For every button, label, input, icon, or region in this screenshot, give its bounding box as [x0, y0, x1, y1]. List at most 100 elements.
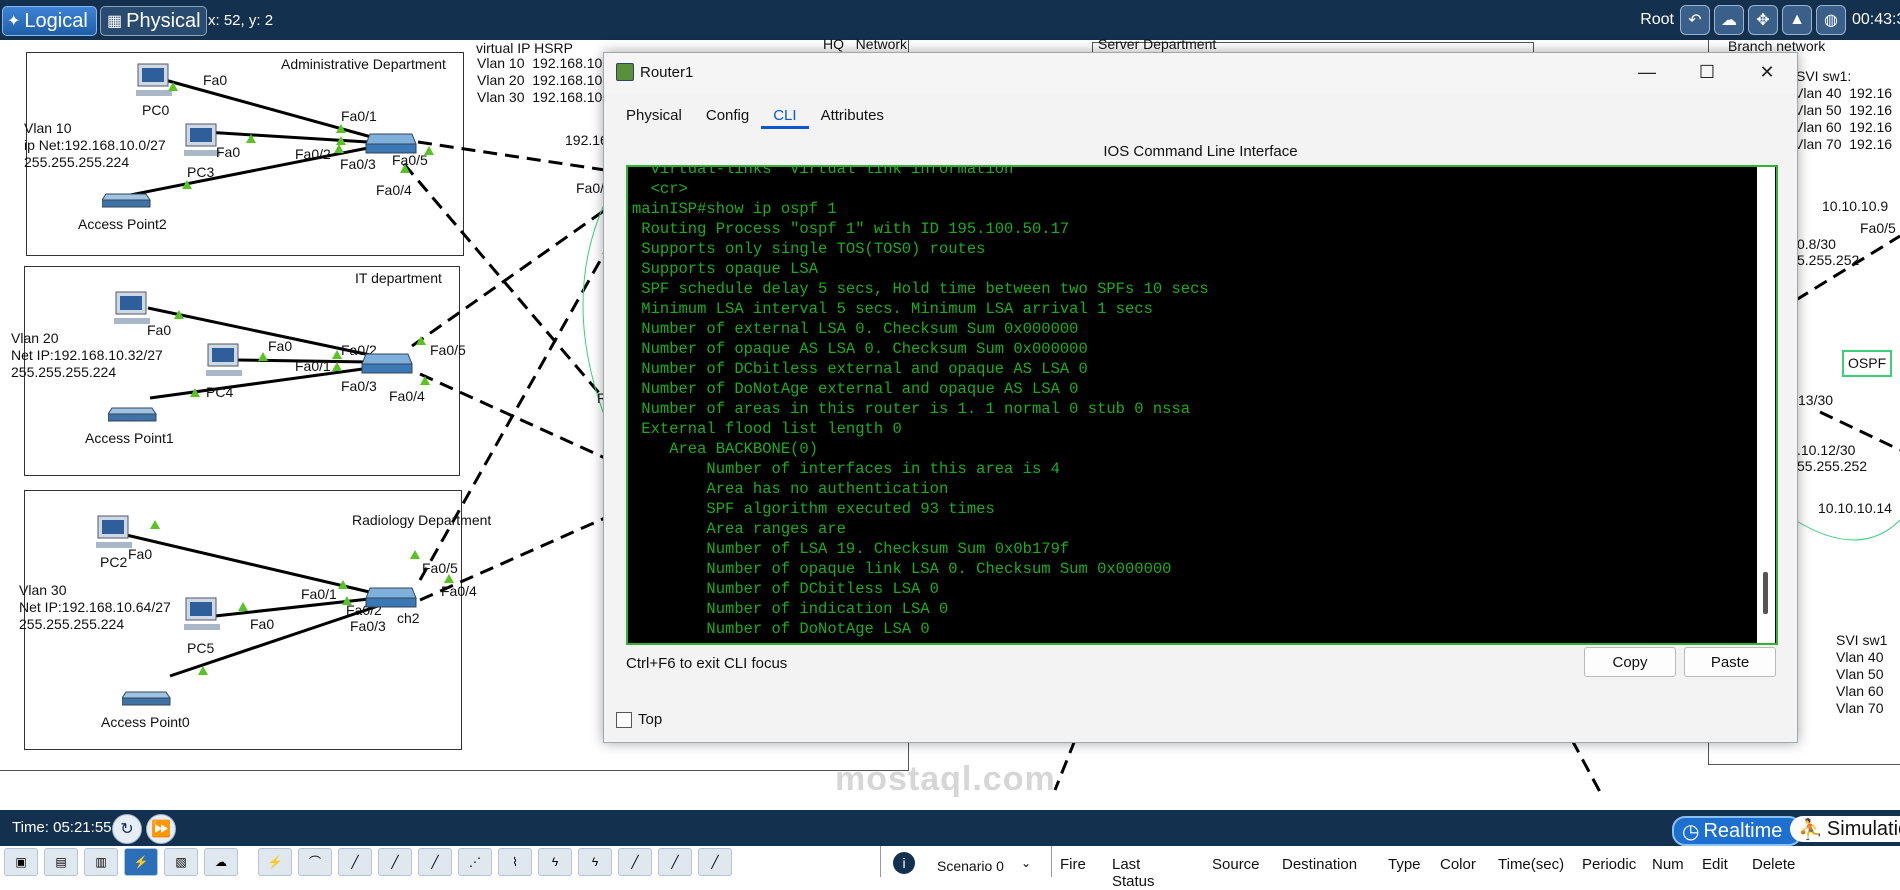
- column-edit[interactable]: Edit: [1702, 856, 1728, 873]
- auto-connection-icon[interactable]: ⚡: [258, 847, 292, 876]
- access-point0-icon[interactable]: [122, 688, 172, 706]
- cli-focus-hint: Ctrl+F6 to exit CLI focus: [626, 655, 788, 672]
- enddevice-category-icon[interactable]: ▤: [44, 847, 78, 876]
- top-checkbox[interactable]: Top: [616, 711, 662, 728]
- column-time[interactable]: Time(sec): [1498, 856, 1564, 873]
- terminal-output: virtual-links Virtual link information <…: [632, 167, 1209, 639]
- minimize-icon[interactable]: —: [1617, 55, 1677, 89]
- cursor-coordinates: x: 52, y: 2: [208, 12, 274, 29]
- access-point2-icon[interactable]: [102, 190, 152, 208]
- straight-cable-icon[interactable]: ╱: [338, 847, 372, 876]
- port-label: Fa0/3: [340, 156, 376, 172]
- branch-ip-label: 10.10.10.9: [1822, 198, 1889, 214]
- cloud-category-icon[interactable]: ☁: [204, 847, 238, 876]
- realtime-mode-button[interactable]: ◷ Realtime: [1672, 816, 1802, 846]
- column-periodic[interactable]: Periodic: [1582, 856, 1636, 873]
- reset-time-icon[interactable]: ↻: [112, 814, 142, 844]
- tab-attributes[interactable]: Attributes: [809, 103, 896, 129]
- router-icon: [616, 63, 634, 81]
- serial-dce-cable-icon[interactable]: ϟ: [538, 847, 572, 876]
- column-fire[interactable]: Fire: [1060, 856, 1086, 873]
- router-category-icon[interactable]: ▣: [4, 847, 38, 876]
- tab-physical[interactable]: Physical: [614, 103, 694, 129]
- pdu-list-panel: i Scenario 0 ⌄ Fire Last Status Source D…: [880, 846, 1900, 890]
- it-department-title: IT department: [355, 270, 442, 286]
- svi-sw1-title: SVI sw1:: [1796, 68, 1852, 84]
- tab-config[interactable]: Config: [694, 103, 761, 129]
- move-icon[interactable]: ✥: [1748, 5, 1778, 35]
- crossover-cable-icon[interactable]: ╱: [378, 847, 412, 876]
- column-source[interactable]: Source: [1212, 856, 1260, 873]
- link-up-indicator: [238, 602, 248, 611]
- terminal-line: SPF schedule delay 5 secs, Hold time bet…: [632, 280, 1209, 298]
- runner-icon: ⛹: [1798, 818, 1823, 841]
- top-label: Top: [638, 711, 663, 728]
- cli-terminal[interactable]: virtual-links Virtual link information <…: [626, 165, 1778, 645]
- usb-cable-icon[interactable]: ╱: [698, 847, 732, 876]
- octal-cable-icon[interactable]: ╱: [618, 847, 652, 876]
- admin-switch-icon[interactable]: [364, 130, 418, 156]
- column-color[interactable]: Color: [1440, 856, 1476, 873]
- column-type[interactable]: Type: [1388, 856, 1421, 873]
- console-cable-icon[interactable]: ⌒: [298, 847, 332, 876]
- landscape-icon[interactable]: ▲: [1782, 5, 1812, 35]
- router1-window: Router1 — ☐ ✕ Physical Config CLI Attrib…: [603, 52, 1798, 743]
- terminal-scrollbar[interactable]: [1757, 167, 1775, 643]
- port-label: Fa0/: [576, 180, 605, 196]
- logical-view-button[interactable]: ✦ Logical: [2, 6, 97, 36]
- component-category-icon[interactable]: ▥: [84, 847, 118, 876]
- fast-forward-icon[interactable]: ⏩: [146, 814, 176, 844]
- coaxial-cable-icon[interactable]: ⌇: [498, 847, 532, 876]
- back-arrow-icon[interactable]: ↶: [1680, 5, 1710, 35]
- simulation-mode-button[interactable]: ⛹ Simulation: [1790, 816, 1900, 842]
- port-label: Fa0/4: [376, 182, 412, 198]
- paste-button[interactable]: Paste: [1684, 647, 1776, 677]
- iot-cable-icon[interactable]: ╱: [658, 847, 692, 876]
- info-icon[interactable]: i: [893, 852, 915, 874]
- terminal-line: Number of indication LSA 0: [632, 600, 949, 618]
- tab-cli[interactable]: CLI: [761, 103, 809, 129]
- access-point1-icon[interactable]: [108, 404, 158, 422]
- serial-dte-cable-icon[interactable]: ϟ: [578, 847, 612, 876]
- it-switch-icon[interactable]: [360, 350, 414, 376]
- close-icon[interactable]: ✕: [1737, 55, 1797, 89]
- link-up-indicator: [444, 574, 454, 583]
- scenario-select[interactable]: Scenario 0: [937, 858, 1004, 874]
- terminal-line: mainISP#show ip ospf 1: [632, 200, 837, 218]
- window-titlebar[interactable]: Router1 — ☐ ✕: [604, 53, 1797, 93]
- connections-category-icon[interactable]: ⚡: [124, 847, 158, 876]
- copy-button[interactable]: Copy: [1584, 647, 1676, 677]
- column-last-status[interactable]: Last Status: [1112, 856, 1155, 890]
- radiology-switch-icon[interactable]: [364, 584, 418, 610]
- column-delete[interactable]: Delete: [1752, 856, 1795, 873]
- pc0-computer-icon[interactable]: [134, 62, 174, 98]
- checkbox-icon[interactable]: [616, 711, 632, 728]
- branch-net-label: 13/30: [1798, 392, 1834, 408]
- misc-category-icon[interactable]: ▧: [164, 847, 198, 876]
- maximize-icon[interactable]: ☐: [1677, 55, 1737, 89]
- time-bar: Time: 05:21:55 ↻ ⏩ ◷ Realtime ⛹ Simulati…: [0, 810, 1900, 846]
- column-destination[interactable]: Destination: [1282, 856, 1357, 873]
- phone-cable-icon[interactable]: ⋰: [458, 847, 492, 876]
- pc4-computer-icon[interactable]: [204, 342, 244, 378]
- pc5-computer-icon[interactable]: [182, 596, 222, 632]
- svi-vlan70: Vlan 70 192.16: [1794, 136, 1893, 152]
- physical-view-button[interactable]: ▦ Physical: [100, 6, 207, 36]
- globe-icon[interactable]: ◍: [1816, 5, 1846, 35]
- scroll-thumb[interactable]: [1763, 572, 1768, 614]
- pc2-computer-icon[interactable]: [94, 514, 134, 550]
- port-label: Fa0: [216, 144, 241, 160]
- fiber-cable-icon[interactable]: ╱: [418, 847, 452, 876]
- vlan30-note: Vlan 30 Net IP:192.168.10.64/27 255.255.…: [19, 582, 171, 632]
- access-point0-label: Access Point0: [101, 714, 190, 730]
- port-label: Fa0/5: [430, 342, 466, 358]
- terminal-line: SPF algorithm executed 93 times: [632, 500, 995, 518]
- port-label: Fa0/4: [389, 388, 425, 404]
- column-num[interactable]: Num: [1652, 856, 1684, 873]
- svi-sw1-b-title: SVI sw1: [1836, 632, 1888, 648]
- cloud-icon[interactable]: ☁: [1714, 5, 1744, 35]
- chevron-down-icon[interactable]: ⌄: [1021, 856, 1031, 870]
- link-up-indicator: [246, 134, 256, 143]
- it-pc-computer-icon[interactable]: [112, 290, 152, 326]
- port-label: Fa0/3: [341, 378, 377, 394]
